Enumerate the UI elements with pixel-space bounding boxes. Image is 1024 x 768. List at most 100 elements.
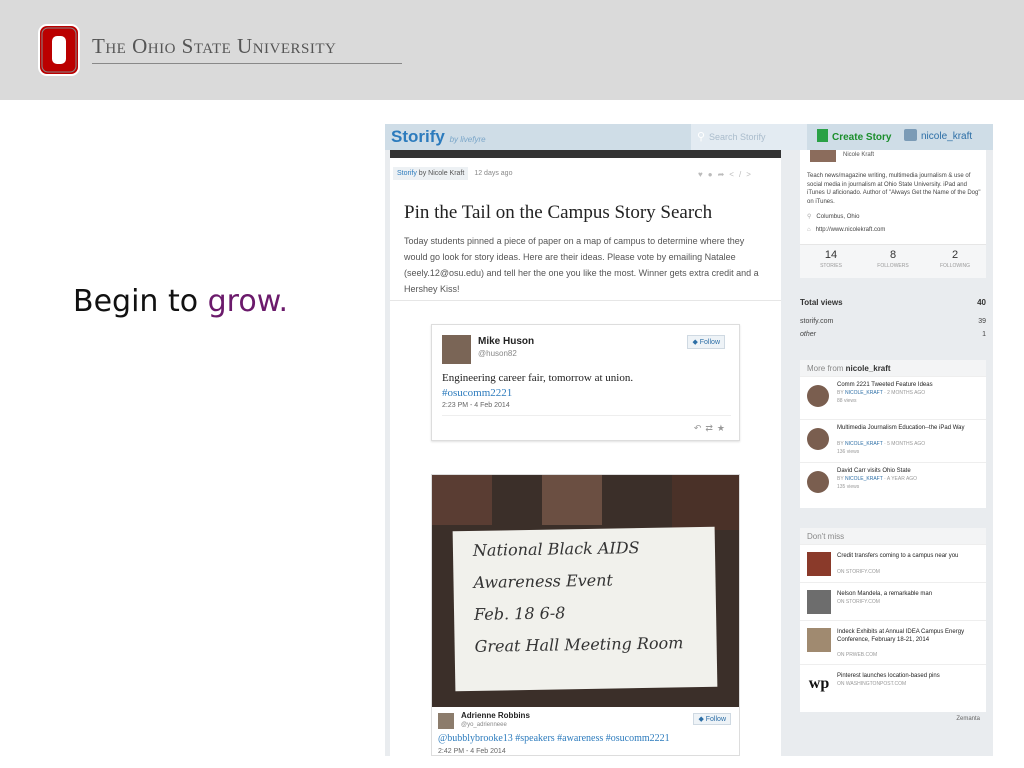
story-byline: BY NICOLE_KRAFT · A YEAR AGO (837, 476, 917, 482)
story-actions: ♥●➦</> (698, 170, 756, 179)
story-thumbnail (807, 428, 829, 450)
list-item[interactable]: Multimedia Journalism Education--the iPa… (800, 419, 986, 462)
tweet-author-name[interactable]: Mike Huson (478, 336, 534, 347)
twitter-bird-icon: ◆ (692, 339, 700, 346)
article-thumbnail (807, 628, 831, 652)
stat-followers[interactable]: 8 FOLLOWERS (862, 249, 924, 269)
follow-label: Follow (699, 339, 720, 346)
profile-bio: Teach news/magazine writing, multimedia … (807, 173, 981, 205)
views-panel: Total views 40 storify.com 39 other 1 (800, 298, 986, 344)
list-item[interactable]: Credit transfers coming to a campus near… (800, 544, 986, 582)
byline-author[interactable]: NICOLE_KRAFT (845, 476, 883, 482)
views-row: other 1 (800, 331, 986, 344)
tweet-avatar[interactable] (442, 335, 471, 364)
search-icon: ⚲ (697, 131, 706, 143)
more-from-user[interactable]: nicole_kraft (846, 364, 891, 373)
byline-when: · 5 MONTHS AGO (884, 441, 926, 447)
list-item[interactable]: Indeck Exhibits at Annual IDEA Campus En… (800, 620, 986, 664)
stat-stories[interactable]: 14 STORIES (800, 249, 862, 269)
story-views: 88 views (837, 398, 857, 404)
list-item[interactable]: Comm 2221 Tweeted Feature Ideas BY NICOL… (800, 376, 986, 419)
profile-location: ⚲ Columbus, Ohio (807, 213, 859, 220)
sidebar: Nicole Kraft Teach news/magazine writing… (800, 150, 986, 756)
story-source-pill[interactable]: Storify by Nicole Kraft (393, 167, 469, 180)
article-title[interactable]: Nelson Mandela, a remarkable man (837, 590, 982, 598)
views-heading: Total views (800, 298, 843, 307)
tweet2-text[interactable]: @bubblybrooke13 #speakers #awareness #os… (438, 733, 670, 744)
views-count: 39 (978, 318, 986, 325)
byline-author[interactable]: NICOLE_KRAFT (845, 390, 883, 396)
embed-icon[interactable]: </> (729, 170, 756, 179)
storify-brand-sub: by livefyre (449, 135, 486, 144)
share-icon[interactable]: ➦ (718, 170, 730, 179)
list-item[interactable]: David Carr visits Ohio State BY NICOLE_K… (800, 462, 986, 505)
tweet2-author-handle[interactable]: @yo_adrienneee (461, 722, 507, 728)
story-description: Today students pinned a piece of paper o… (404, 236, 759, 294)
story-link-title[interactable]: David Carr visits Ohio State (837, 467, 982, 475)
create-story-button[interactable]: Create Story (817, 129, 891, 143)
article-title[interactable]: Credit transfers coming to a campus near… (837, 552, 982, 560)
storify-logo[interactable]: Storify by livefyre (391, 127, 486, 147)
user-avatar-icon (904, 129, 917, 141)
tweet-follow-button[interactable]: ◆ Follow (687, 335, 725, 349)
location-pin-icon: ⚲ (807, 214, 812, 220)
source-brand: Storify (397, 170, 417, 177)
photo-person-right (672, 475, 739, 530)
university-rule (92, 63, 402, 64)
profile-avatar[interactable] (810, 150, 836, 162)
stat-following[interactable]: 2 FOLLOWING (924, 249, 986, 269)
user-menu[interactable]: nicole_kraft (904, 129, 972, 142)
stat-label: FOLLOWERS (877, 263, 909, 269)
story-views: 136 views (837, 449, 860, 455)
article-title[interactable]: Indeck Exhibits at Annual IDEA Campus En… (837, 628, 982, 644)
article-source: ON WASHINGTONPOST.COM (837, 681, 907, 687)
headline-prefix: Begin to (73, 284, 208, 319)
heart-icon[interactable]: ♥ (698, 170, 708, 179)
card-line-4: Great Hall Meeting Room (474, 633, 684, 656)
list-item[interactable]: wp Pinterest launches location-based pin… (800, 664, 986, 702)
tweet-photo[interactable]: National Black AIDS Awareness Event Feb.… (432, 475, 739, 707)
story-link-title[interactable]: Multimedia Journalism Education--the iPa… (837, 424, 982, 432)
profile-url[interactable]: ⌂ http://www.nicolekraft.com (807, 227, 885, 233)
profile-display-name[interactable]: Nicole Kraft (843, 152, 874, 158)
article-title[interactable]: Pinterest launches location-based pins (837, 672, 982, 680)
comment-icon[interactable]: ● (708, 170, 718, 179)
tweet2-avatar[interactable] (438, 713, 454, 729)
by-label: BY (837, 476, 844, 482)
story-byline: BY NICOLE_KRAFT · 5 MONTHS AGO (837, 441, 925, 447)
story-link-title[interactable]: Comm 2221 Tweeted Feature Ideas (837, 381, 982, 389)
tweet2-follow-button[interactable]: ◆ Follow (693, 713, 731, 725)
storify-topbar: Storify by livefyre ⚲ Search Storify Crea… (385, 124, 993, 150)
profile-card: Nicole Kraft Teach news/magazine writing… (800, 150, 986, 278)
storify-brand: Storify (391, 127, 445, 146)
location-text: Columbus, Ohio (816, 214, 860, 220)
tweet2-author-name[interactable]: Adrienne Robbins (461, 711, 530, 720)
block-o-logo (38, 24, 80, 76)
search-input[interactable]: ⚲ Search Storify (691, 124, 807, 150)
source-by: by Nicole Kraft (418, 170, 465, 177)
search-placeholder: Search Storify (709, 132, 766, 142)
views-source: other (800, 331, 816, 338)
create-story-label: Create Story (832, 132, 892, 143)
photo-person-left (432, 475, 492, 525)
byline-author[interactable]: NICOLE_KRAFT (845, 441, 883, 447)
zemanta-credit[interactable]: Zemanta (956, 716, 980, 722)
story-title: Pin the Tail on the Campus Story Search (404, 202, 713, 223)
tweet-author-handle[interactable]: @huson82 (478, 349, 517, 358)
article-thumbnail (807, 552, 831, 576)
follow-label: Follow (705, 716, 726, 723)
tweet-actions: ↶⇄★ (694, 423, 729, 434)
reply-icon[interactable]: ↶ (694, 423, 706, 433)
profile-stats: 14 STORIES 8 FOLLOWERS 2 FOLLOWING (800, 244, 986, 278)
dont-miss-panel: Don't miss Credit transfers coming to a … (800, 528, 986, 712)
list-item[interactable]: Nelson Mandela, a remarkable man ON STOR… (800, 582, 986, 620)
tweet-date[interactable]: 2:23 PM - 4 Feb 2014 (442, 402, 510, 409)
retweet-icon[interactable]: ⇄ (705, 423, 717, 433)
tweet2-date[interactable]: 2:42 PM - 4 Feb 2014 (438, 748, 506, 755)
story-header-strip (390, 150, 781, 158)
story-source-row: Storify by Nicole Kraft 12 days ago (393, 167, 512, 180)
tweet-hashtag[interactable]: #osucomm2221 (442, 387, 512, 399)
header-band: The Ohio State University (0, 0, 1024, 100)
tweet-text: Engineering career fair, tomorrow at uni… (442, 371, 732, 401)
favorite-icon[interactable]: ★ (717, 423, 729, 433)
